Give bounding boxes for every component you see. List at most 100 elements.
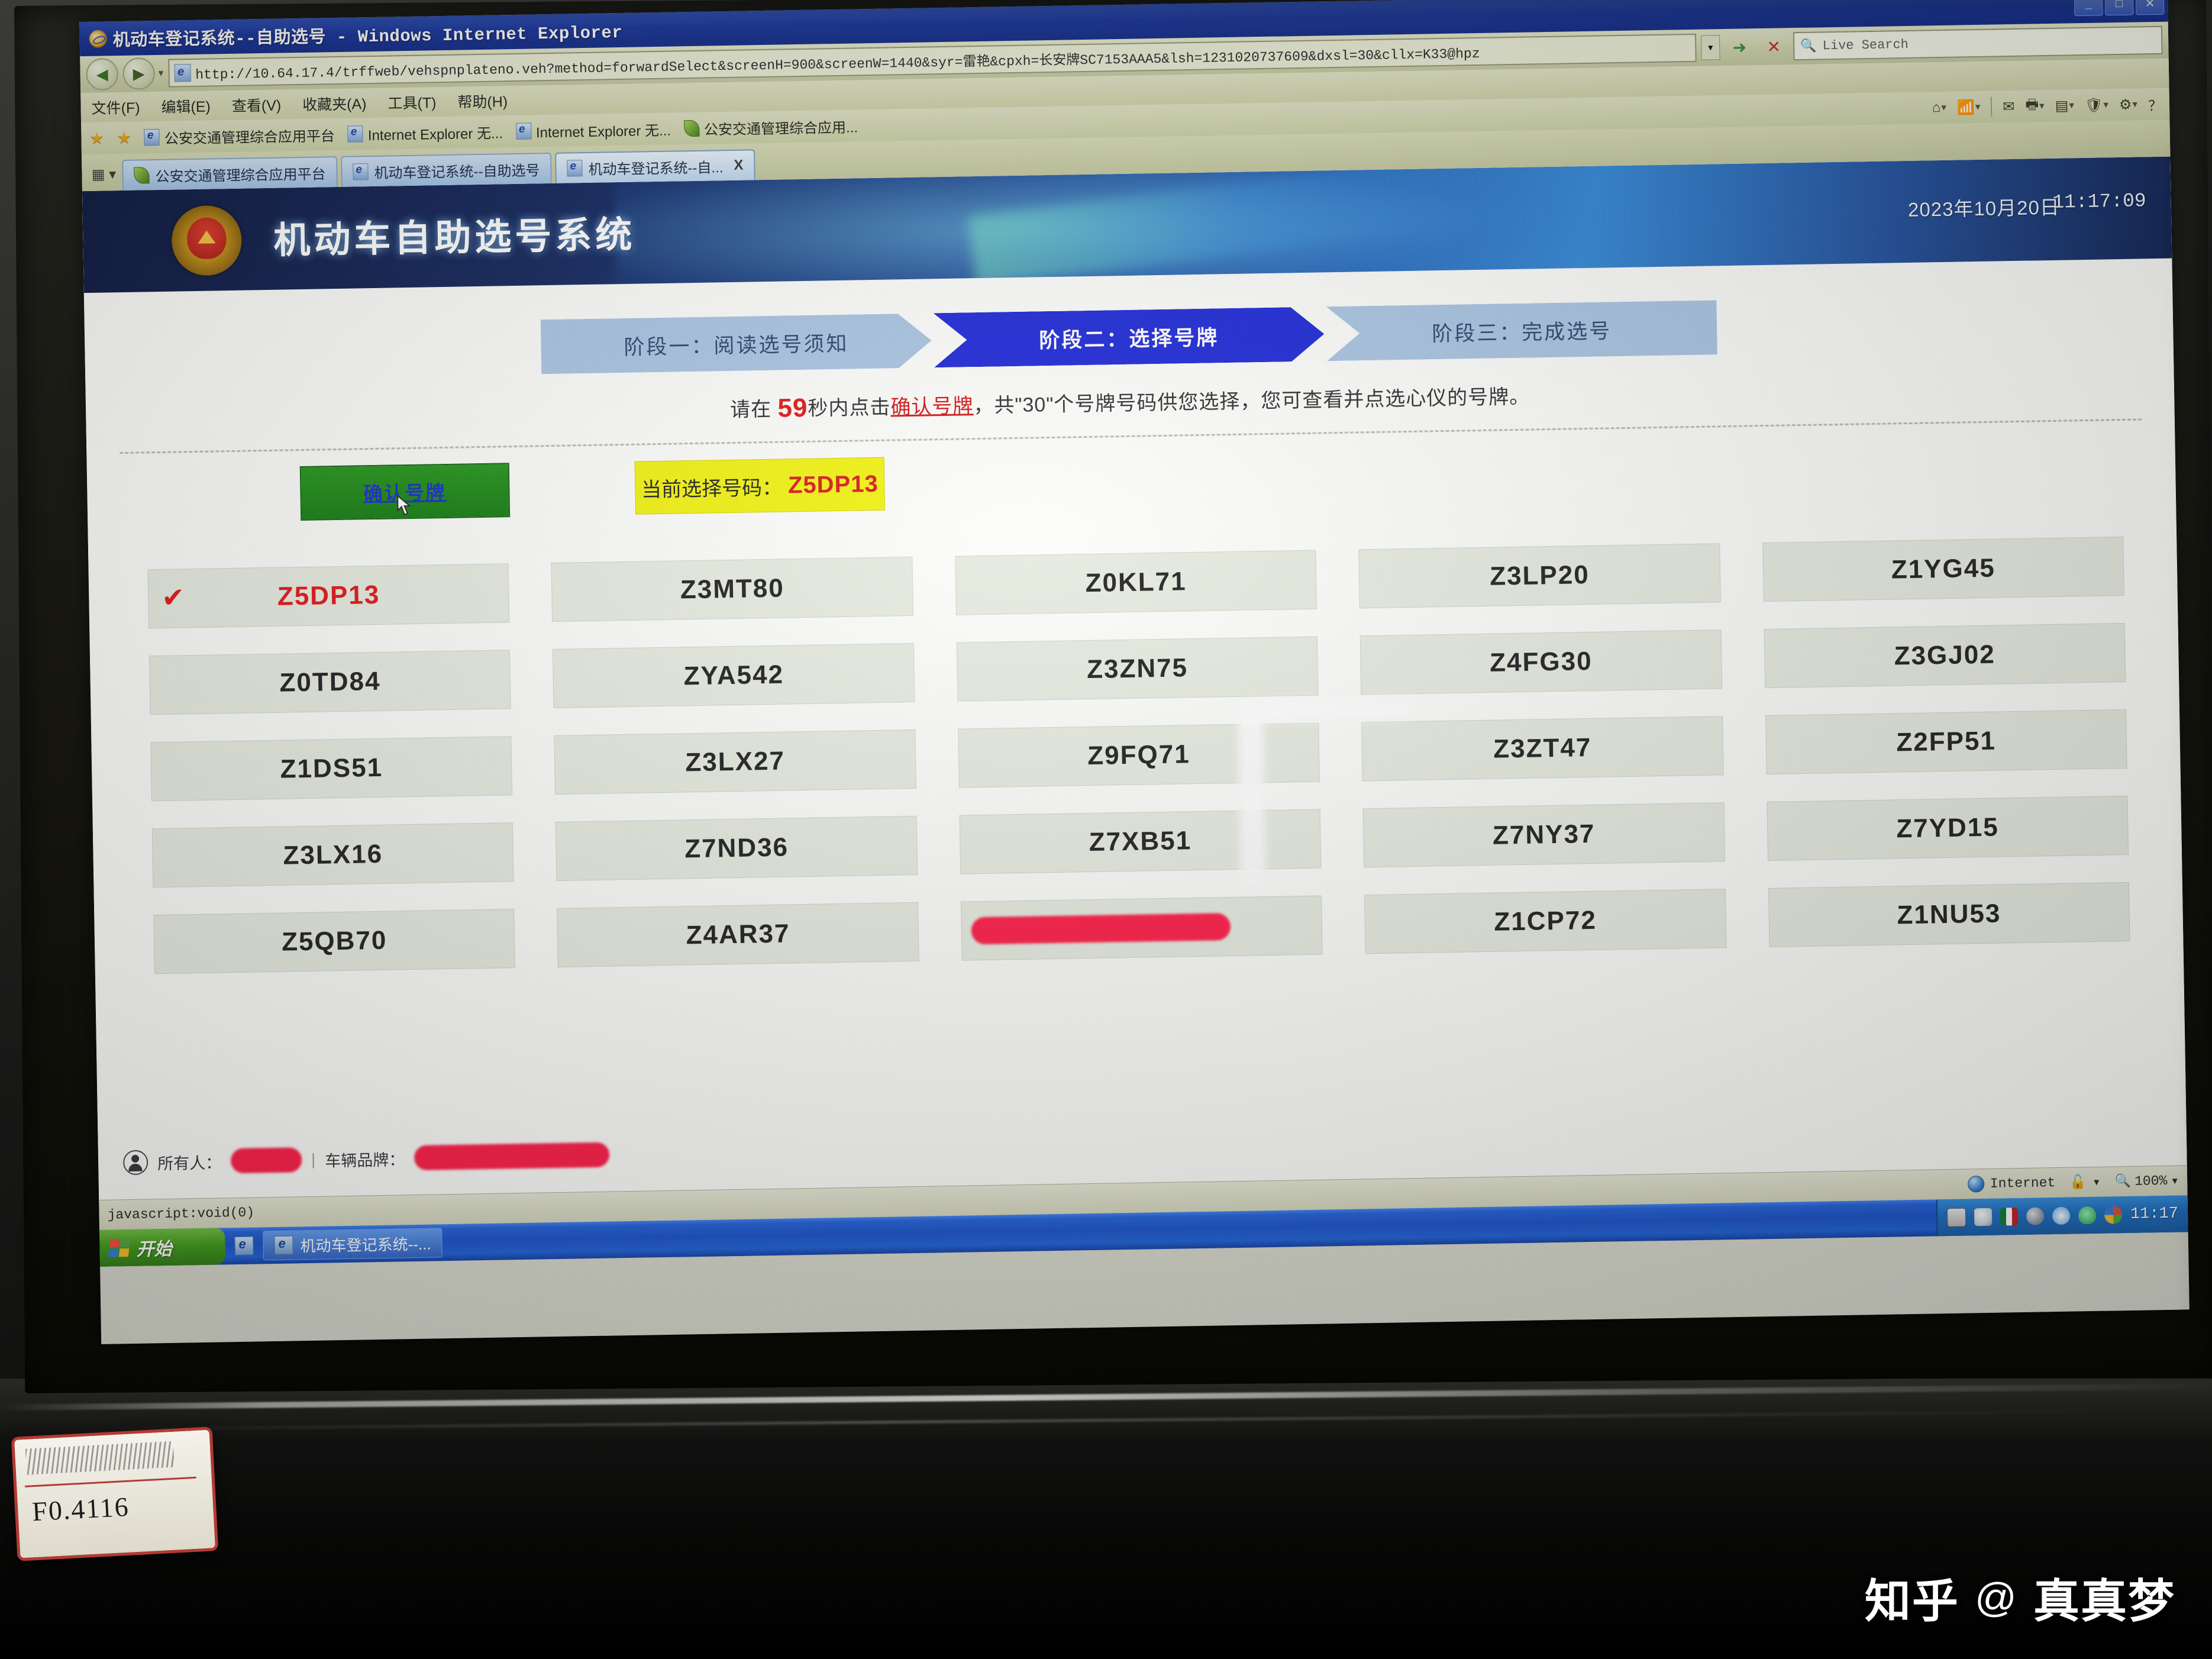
back-button[interactable]: ◀ [86,58,119,91]
search-icon: 🔍 [1800,38,1817,53]
plate-label: Z3LX16 [283,839,383,870]
plate-option[interactable]: Z9FQ71 [958,722,1320,788]
update-arrow-icon[interactable] [2052,1206,2071,1225]
plate-option[interactable]: Z7ND36 [556,815,918,881]
favorite-item-1[interactable]: 公安交通管理综合应用平台 [144,124,335,148]
address-chevron-down-icon[interactable]: ▾ [1700,35,1720,60]
plate-option[interactable]: Z3GJ02 [1764,622,2126,689]
current-selection-value: Z5DP13 [787,470,879,498]
favorites-star-icon[interactable]: ★ [117,128,131,147]
ie-icon [347,125,364,143]
help-icon[interactable]: ？ [2148,93,2163,114]
header-date: 2023年10月20日 [1907,196,2061,221]
menu-item-help[interactable]: 帮助(H) [457,90,508,112]
stage-1[interactable]: 阶段一：阅读选号须知 [541,313,932,374]
plate-option[interactable]: Z7NY37 [1362,802,1725,868]
stop-button[interactable]: ✕ [1759,32,1789,61]
protected-chevron-down-icon[interactable]: ▾ [2092,1174,2101,1190]
protected-mode-indicator[interactable]: 🔓 ▾ [2069,1174,2101,1190]
plate-option[interactable]: Z1CP72 [1364,889,1727,954]
tag-rule [25,1476,196,1487]
vnc-icon[interactable] [2000,1208,2019,1226]
address-bar[interactable]: http://10.64.17.4/trffweb/vehspnplateno.… [167,33,1697,88]
ie-quick-icon[interactable] [234,1236,254,1256]
forward-button[interactable]: ▶ [122,57,156,90]
history-chevron-down-icon[interactable]: ▾ [159,67,164,79]
favorite-item-4[interactable]: 公安交通管理综合应用... [683,115,858,139]
flask-icon[interactable] [1974,1208,1993,1227]
plate-option[interactable]: Z7XB51 [959,809,1322,874]
menu-item-edit[interactable]: 编辑(E) [161,95,211,117]
favorites-bar: ★ ★ 公安交通管理综合应用平台 Internet Explorer 无... … [81,88,2170,155]
favorite-item-3[interactable]: Internet Explorer 无... [515,118,671,141]
menu-item-file[interactable]: 文件(F) [91,96,140,118]
tab-close-icon[interactable]: X [734,157,743,174]
tab-3-active[interactable]: 机动车登记系统--自... X [554,149,755,183]
windows-flag-icon [108,1238,131,1257]
ie-icon [567,160,583,177]
security-center-icon[interactable] [2104,1206,2123,1224]
read-mail-icon[interactable]: ✉ [2003,98,2015,115]
stage-3[interactable]: 阶段三：完成选号 [1326,300,1717,361]
stage-2-active[interactable]: 阶段二：选择号牌 [934,306,1325,367]
notice-prefix: 请在 [729,398,778,421]
confirm-plate-button[interactable]: 确认号牌 [299,463,511,521]
disc-icon[interactable] [2026,1207,2045,1225]
minimize-button[interactable]: _ [2074,0,2103,17]
quick-tabs-icon[interactable]: ▦ ▾ [89,160,119,188]
page-icon[interactable]: ▤ ▾ [2055,97,2074,115]
shield-icon[interactable] [2078,1206,2097,1225]
current-selection-label: 当前选择号码： [641,476,783,501]
plate-option[interactable]: Z0KL71 [955,550,1317,615]
plate-option[interactable]: ✔ Z5DP13 [147,563,510,629]
plate-option-redacted[interactable] [960,895,1323,961]
add-favorite-icon[interactable]: ★ [89,129,104,147]
plate-option[interactable]: ZYA542 [553,643,915,709]
favorite-label: Internet Explorer 无... [535,122,671,141]
safety-icon[interactable]: 🛡 ▾ [2085,96,2108,114]
taskbar-item-label: 机动车登记系统--... [300,1235,431,1255]
menu-item-tools[interactable]: 工具(T) [387,91,437,113]
search-input[interactable]: Live Search [1822,37,1909,53]
plate-option[interactable]: Z4FG30 [1360,630,1722,695]
security-zone[interactable]: Internet [1967,1174,2056,1193]
taskbar-clock[interactable]: 11:17 [2130,1205,2179,1224]
police-emblem-icon [171,205,243,276]
taskbar-item-ie[interactable]: 机动车登记系统--... [263,1228,443,1261]
plate-option[interactable]: Z3MT80 [551,556,913,622]
feeds-icon[interactable]: 📶 ▾ [1957,98,1981,116]
tab-2[interactable]: 机动车登记系统--自助选号 [341,152,552,187]
plate-option[interactable]: Z3LP20 [1358,543,1721,609]
plate-option[interactable]: Z1DS51 [150,736,513,802]
notice-confirm-link[interactable]: 确认号牌 [890,395,974,418]
menu-item-view[interactable]: 查看(V) [232,94,282,116]
plate-option[interactable]: Z3ZT47 [1361,716,1724,782]
plate-option[interactable]: Z3LX27 [554,729,916,795]
plate-option[interactable]: Z1NU53 [1768,882,2130,947]
home-icon[interactable]: ⌂ ▾ [1932,99,1947,116]
plate-option[interactable]: Z4AR37 [557,902,919,967]
window-controls[interactable]: _ □ ✕ [2074,0,2165,17]
keyboard-ime-icon[interactable] [1946,1208,1966,1228]
plate-option[interactable]: Z3LX16 [151,822,514,888]
start-button[interactable]: 开始 [99,1228,226,1267]
tools-gear-icon[interactable]: ⚙ ▾ [2119,96,2138,114]
maximize-button[interactable]: □ [2104,0,2134,16]
menu-item-favorites[interactable]: 收藏夹(A) [302,92,367,115]
close-button[interactable]: ✕ [2135,0,2165,15]
plate-option[interactable]: Z2FP51 [1765,709,2127,775]
address-input[interactable]: http://10.64.17.4/trffweb/vehspnplateno.… [195,41,1480,83]
plate-option[interactable]: Z3ZN75 [956,636,1319,702]
plate-option[interactable]: Z1YG45 [1762,536,2124,602]
go-button[interactable]: ➜ [1725,33,1755,62]
search-box[interactable]: 🔍 Live Search [1793,25,2163,61]
zoom-control[interactable]: 🔍 100% ▾ [2114,1173,2179,1190]
plate-option[interactable]: Z0TD84 [148,650,511,715]
plate-option[interactable]: Z7YD15 [1767,795,2129,861]
print-icon[interactable]: 🖶 ▾ [2025,94,2045,119]
system-tray: 11:17 [1936,1195,2188,1237]
zoom-chevron-down-icon[interactable]: ▾ [2171,1173,2179,1189]
tab-1[interactable]: 公安交通管理综合应用平台 [122,156,338,191]
plate-option[interactable]: Z5QB70 [153,909,516,974]
favorite-item-2[interactable]: Internet Explorer 无... [347,121,503,144]
